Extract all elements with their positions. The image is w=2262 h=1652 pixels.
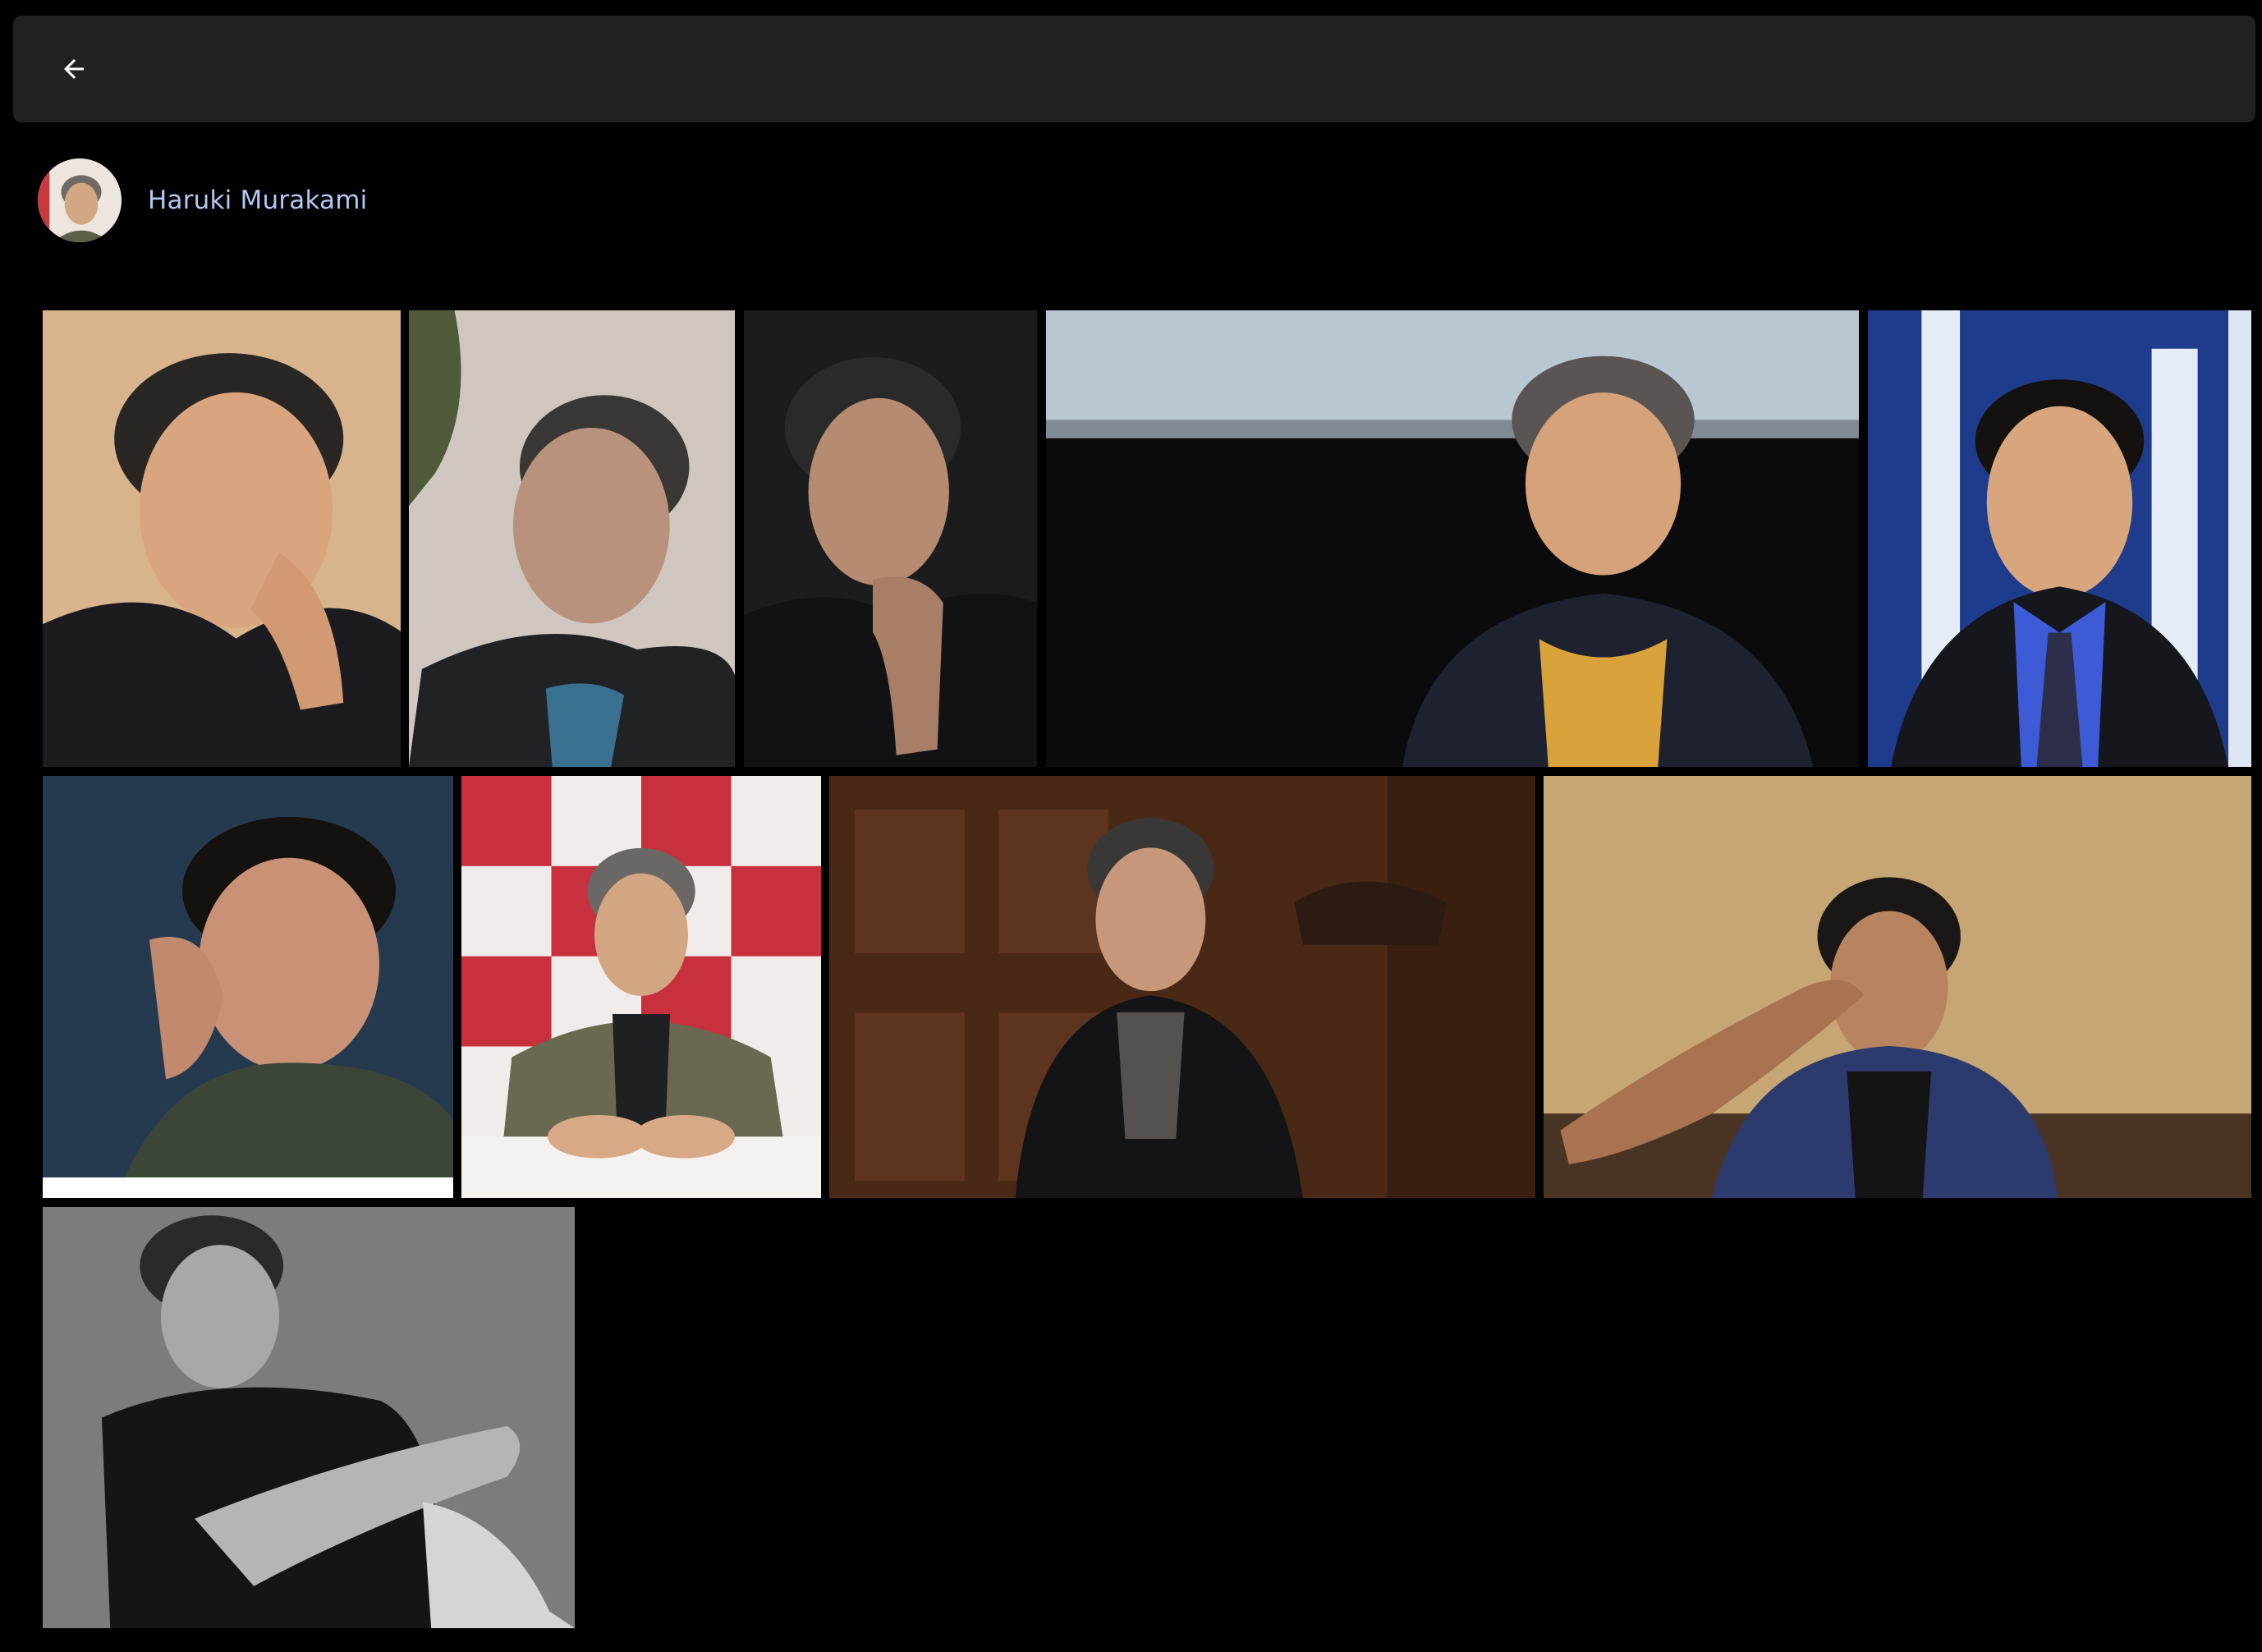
photo-5[interactable] <box>1868 310 2251 767</box>
person-name-link[interactable]: Haruki Murakami <box>148 186 367 215</box>
photo-3[interactable] <box>744 310 1037 767</box>
photo-4[interactable] <box>1046 310 1859 767</box>
back-button[interactable] <box>53 48 95 90</box>
photo-2[interactable] <box>409 310 735 767</box>
photo-8[interactable] <box>829 776 1535 1198</box>
photo-7[interactable] <box>461 776 821 1198</box>
top-bar <box>13 16 2255 122</box>
avatar <box>38 158 122 242</box>
photo-9[interactable] <box>1544 776 2251 1198</box>
photo-10[interactable] <box>43 1207 575 1628</box>
arrow-left-icon <box>64 59 84 79</box>
person-chip[interactable]: Haruki Murakami <box>38 158 367 242</box>
photo-6[interactable] <box>43 776 453 1198</box>
photo-1[interactable] <box>43 310 401 767</box>
